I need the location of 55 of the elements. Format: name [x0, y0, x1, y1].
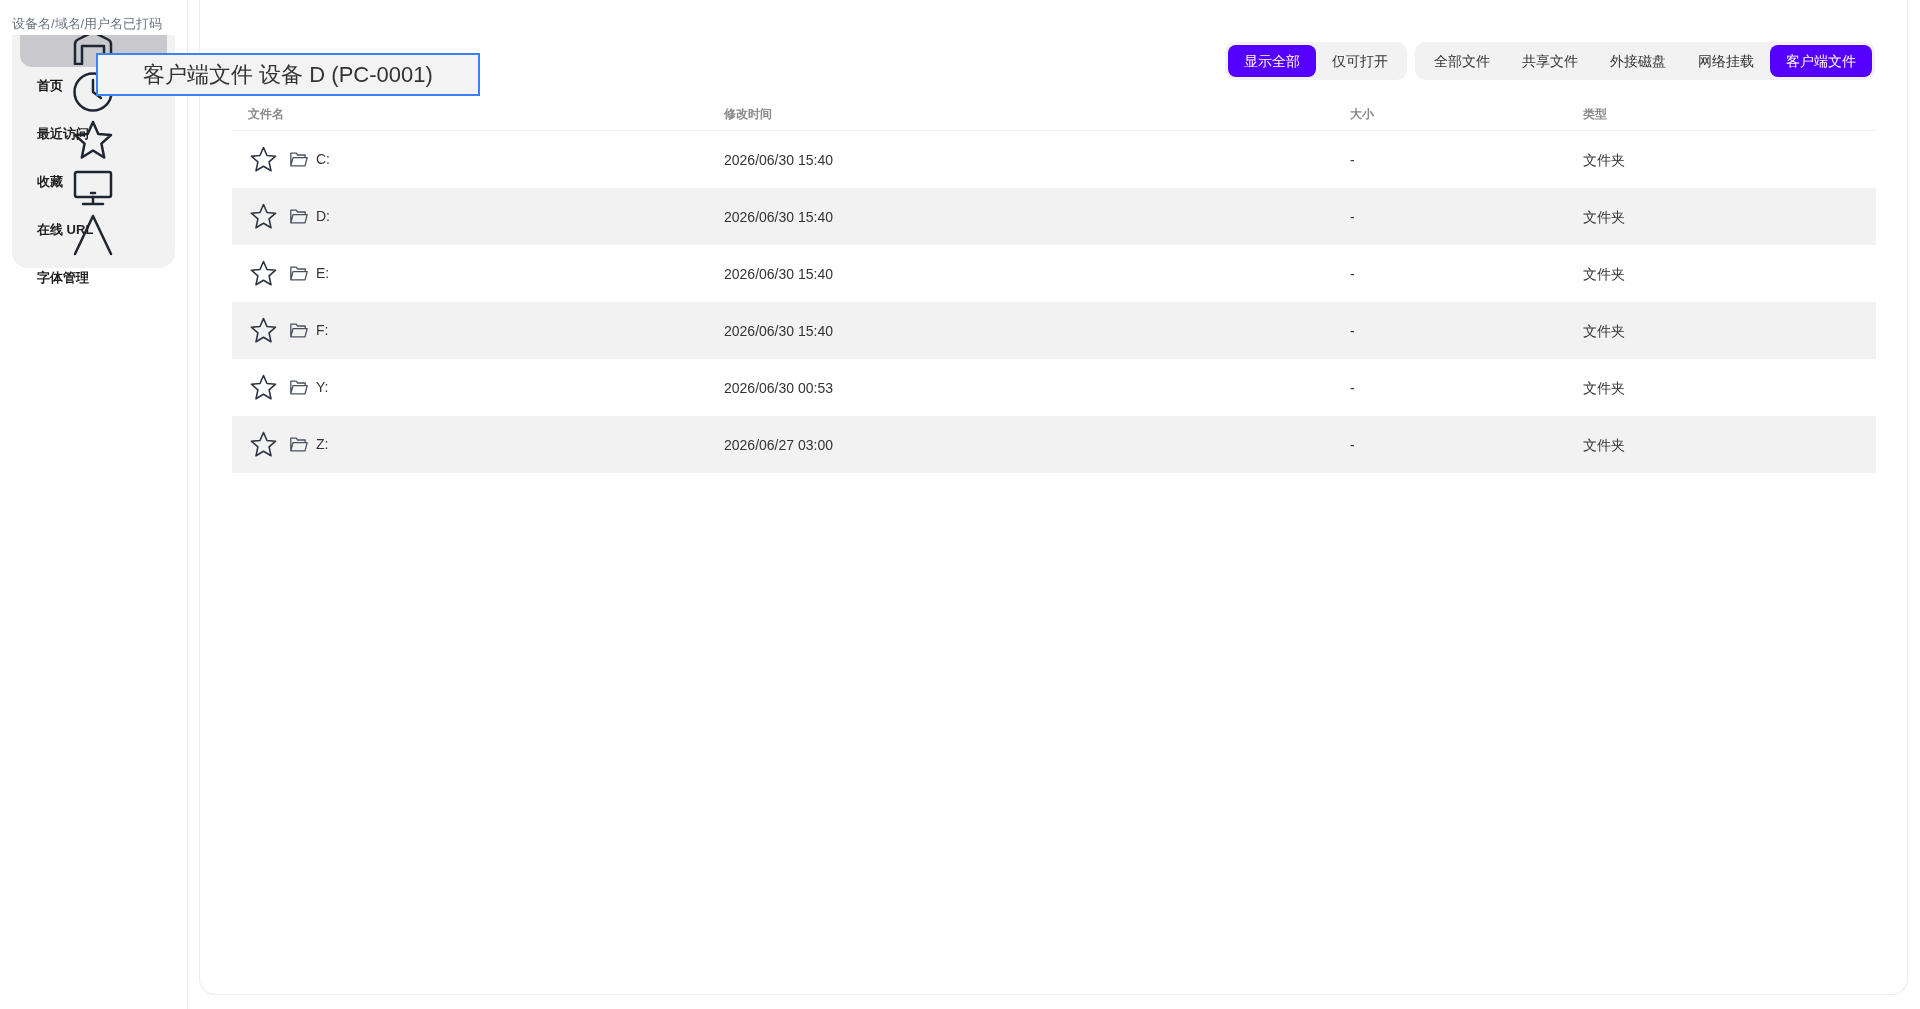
home-icon — [73, 35, 113, 65]
column-header: 大小 — [1350, 106, 1374, 121]
table-cell: - — [1350, 151, 1355, 168]
column-header: 修改时间 — [724, 106, 772, 121]
star-icon[interactable] — [250, 374, 277, 401]
column-header: 类型 — [1583, 106, 1607, 121]
table-cell: - — [1350, 265, 1355, 282]
table-cell-text: F: — [316, 321, 329, 340]
nav-item[interactable]: 首页 — [37, 76, 63, 96]
table-cell: 文件夹 — [1583, 151, 1625, 168]
table-cell-text: D: — [316, 207, 330, 226]
folder-icon — [290, 437, 308, 452]
table-cell: 2026/06/30 00:53 — [724, 379, 833, 396]
folder-icon — [290, 266, 308, 281]
star-icon[interactable] — [250, 260, 277, 287]
table-cell: 文件夹 — [1583, 436, 1625, 453]
source-tab[interactable]: 全部文件 — [1418, 45, 1506, 77]
source-tab[interactable]: 共享文件 — [1506, 45, 1594, 77]
table-cell: 文件夹 — [1583, 322, 1625, 339]
star-icon[interactable] — [250, 203, 277, 230]
folder-icon — [290, 380, 308, 395]
breadcrumb: 设备名/域名/用户名已打码 — [12, 16, 163, 31]
star-icon[interactable] — [250, 146, 277, 173]
folder-icon — [290, 209, 308, 224]
filter-toggle[interactable]: 仅可打开 — [1316, 45, 1404, 77]
table-cell-text: E: — [316, 264, 330, 283]
table-cell: 2026/06/30 15:40 — [724, 208, 833, 225]
star-icon[interactable] — [250, 431, 277, 458]
folder-icon — [290, 323, 308, 338]
table-cell: 2026/06/30 15:40 — [724, 322, 833, 339]
table-cell-text: C: — [316, 150, 330, 169]
nav-item[interactable]: 字体管理 — [37, 268, 89, 288]
source-tab[interactable]: 网络挂载 — [1682, 45, 1770, 77]
table-cell: 2026/06/30 15:40 — [724, 151, 833, 168]
tooltip: 客户端文件 设备 D (PC-0001) — [96, 53, 480, 96]
nav-item[interactable]: 最近访问 — [37, 124, 89, 144]
table-cell: 文件夹 — [1583, 379, 1625, 396]
table-cell-text: Z: — [316, 435, 329, 454]
source-tab[interactable]: 外接磁盘 — [1594, 45, 1682, 77]
table-cell: - — [1350, 322, 1355, 339]
monitor-icon — [73, 170, 113, 206]
table-cell: 2026/06/27 03:00 — [724, 436, 833, 453]
column-header: 文件名 — [248, 106, 284, 121]
nav-item[interactable]: 收藏 — [37, 172, 63, 192]
table-cell: 文件夹 — [1583, 208, 1625, 225]
filter-toggle[interactable]: 显示全部 — [1228, 45, 1316, 77]
table-cell: 2026/06/30 15:40 — [724, 265, 833, 282]
table-cell: 文件夹 — [1583, 265, 1625, 282]
table-cell-text: Y: — [316, 378, 329, 397]
source-tab[interactable]: 客户端文件 — [1770, 45, 1872, 77]
table-cell: - — [1350, 208, 1355, 225]
star-icon[interactable] — [250, 317, 277, 344]
folder-icon — [290, 152, 308, 167]
table-cell: - — [1350, 379, 1355, 396]
table-cell: - — [1350, 436, 1355, 453]
